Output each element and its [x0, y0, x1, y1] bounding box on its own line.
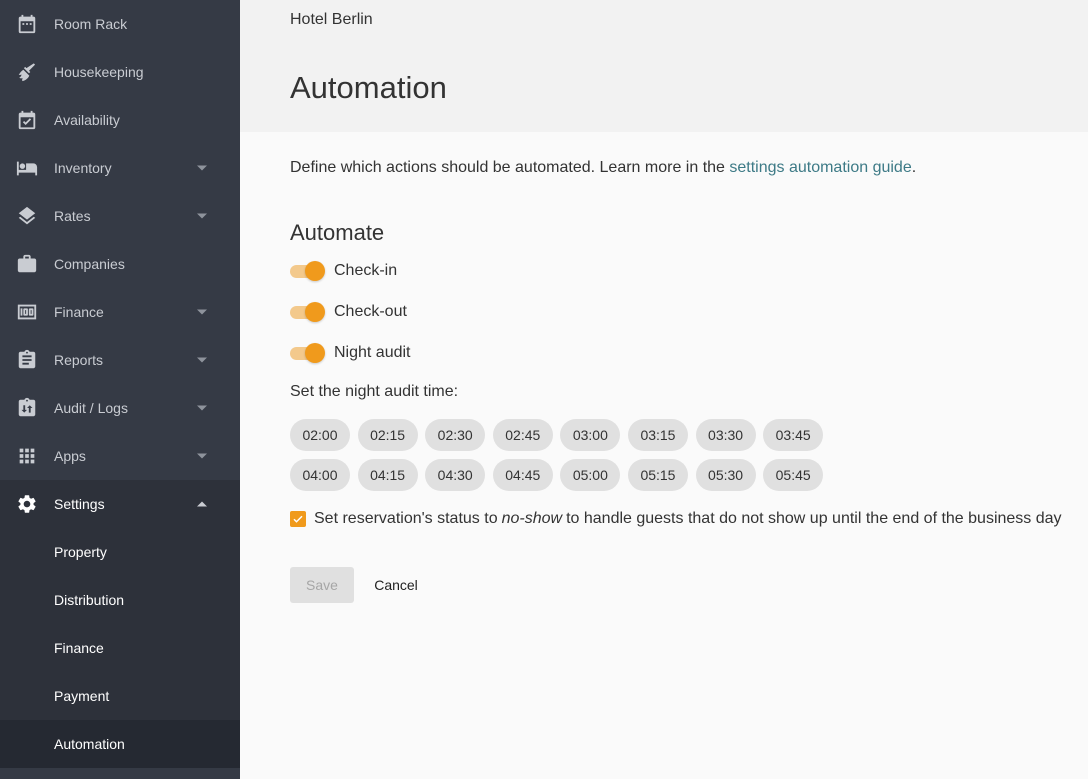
- time-chip[interactable]: 04:30: [425, 459, 486, 491]
- chevron-down-icon: [197, 357, 207, 363]
- time-chip[interactable]: 04:15: [357, 459, 418, 491]
- sidebar-item-label: Room Rack: [54, 16, 128, 32]
- sidebar: Room Rack Housekeeping Availability Inve…: [0, 0, 240, 779]
- sidebar-subitem-automation[interactable]: Automation: [0, 720, 240, 768]
- night-audit-toggle-row: Night audit: [290, 342, 411, 364]
- chevron-down-icon: [197, 453, 207, 459]
- checkout-toggle-label: Check-out: [334, 303, 407, 320]
- time-chip[interactable]: 04:00: [290, 459, 350, 491]
- no-show-checkbox[interactable]: [290, 511, 306, 527]
- sidebar-item-reports[interactable]: Reports: [0, 336, 240, 384]
- sidebar-item-label: Availability: [54, 112, 120, 128]
- sidebar-item-inventory[interactable]: Inventory: [0, 144, 240, 192]
- sidebar-item-rates[interactable]: Rates: [0, 192, 240, 240]
- time-chip[interactable]: 02:15: [357, 419, 418, 451]
- sidebar-item-housekeeping[interactable]: Housekeeping: [0, 48, 240, 96]
- chevron-up-icon: [197, 501, 207, 507]
- sidebar-item-label: Apps: [54, 448, 86, 464]
- intro-text-suffix: .: [911, 159, 917, 176]
- time-chips-row-1: 02:00 02:15 02:30 02:45 03:00 03:15 03:3…: [290, 419, 831, 451]
- main-content: Hotel Berlin Automation Define which act…: [240, 0, 1088, 779]
- intro-text-body: Define which actions should be automated…: [290, 159, 730, 176]
- sidebar-item-audit-logs[interactable]: Audit / Logs: [0, 384, 240, 432]
- no-show-suffix: to handle guests that do not show up unt…: [566, 510, 1062, 527]
- sidebar-item-label: Housekeeping: [54, 64, 144, 80]
- sidebar-item-label: Reports: [54, 352, 104, 368]
- calendar-icon: [16, 13, 38, 35]
- page-header: Hotel Berlin Automation: [240, 0, 1088, 132]
- sidebar-subitem-property[interactable]: Property: [0, 528, 240, 576]
- time-chip[interactable]: 03:45: [763, 419, 824, 451]
- money-icon: [16, 301, 38, 323]
- sidebar-item-room-rack[interactable]: Room Rack: [0, 0, 240, 48]
- sidebar-item-label: Rates: [54, 208, 91, 224]
- hotel-name: Hotel Berlin: [290, 11, 373, 28]
- checkin-toggle-label: Check-in: [334, 262, 398, 279]
- layers-icon: [16, 205, 38, 227]
- calendar-check-icon: [16, 109, 38, 131]
- checkout-toggle-row: Check-out: [290, 301, 407, 323]
- time-chip[interactable]: 02:45: [492, 419, 553, 451]
- chevron-down-icon: [197, 165, 207, 171]
- checkin-toggle-row: Check-in: [290, 260, 397, 282]
- checkout-toggle[interactable]: [290, 301, 326, 323]
- night-audit-toggle[interactable]: [290, 342, 326, 364]
- checkin-toggle[interactable]: [290, 260, 326, 282]
- sidebar-item-label: Finance: [54, 304, 104, 320]
- time-chip[interactable]: 03:15: [627, 419, 688, 451]
- time-chip[interactable]: 05:45: [763, 459, 824, 491]
- save-button[interactable]: Save: [290, 567, 354, 603]
- sidebar-subitem-distribution[interactable]: Distribution: [0, 576, 240, 624]
- checkmark-icon: [293, 515, 303, 523]
- sidebar-subitem-finance[interactable]: Finance: [0, 624, 240, 672]
- apps-grid-icon: [16, 445, 38, 467]
- time-chip[interactable]: 04:45: [492, 459, 553, 491]
- sidebar-item-companies[interactable]: Companies: [0, 240, 240, 288]
- briefcase-icon: [16, 253, 38, 275]
- sidebar-item-apps[interactable]: Apps: [0, 432, 240, 480]
- sidebar-subitem-payment[interactable]: Payment: [0, 672, 240, 720]
- sidebar-item-settings[interactable]: Settings: [0, 480, 240, 528]
- night-audit-time-label: Set the night audit time:: [290, 383, 459, 400]
- time-chip[interactable]: 05:15: [627, 459, 688, 491]
- chevron-down-icon: [197, 405, 207, 411]
- no-show-prefix: Set reservation's status to: [314, 510, 498, 527]
- sidebar-item-availability[interactable]: Availability: [0, 96, 240, 144]
- clipboard-icon: [16, 349, 38, 371]
- chevron-down-icon: [197, 309, 207, 315]
- time-chip[interactable]: 05:00: [560, 459, 621, 491]
- sidebar-item-label: Inventory: [54, 160, 112, 176]
- time-chip[interactable]: 05:30: [695, 459, 756, 491]
- gear-icon: [16, 493, 38, 515]
- time-chip[interactable]: 03:30: [695, 419, 756, 451]
- time-chips-row-2: 04:00 04:15 04:30 04:45 05:00 05:15 05:3…: [290, 459, 831, 491]
- chevron-down-icon: [197, 213, 207, 219]
- sidebar-item-finance[interactable]: Finance: [0, 288, 240, 336]
- no-show-emphasis: no-show: [501, 510, 563, 527]
- page-title: Automation: [290, 70, 447, 105]
- time-chip[interactable]: 02:00: [290, 419, 350, 451]
- sidebar-item-label: Companies: [54, 256, 125, 272]
- audit-icon: [16, 397, 38, 419]
- time-chip[interactable]: 03:00: [560, 419, 621, 451]
- automation-guide-link[interactable]: settings automation guide: [729, 159, 911, 176]
- intro-text: Define which actions should be automated…: [290, 159, 916, 177]
- sidebar-item-label: Audit / Logs: [54, 400, 128, 416]
- no-show-checkbox-row: Set reservation's status to no-show to han…: [290, 510, 1062, 528]
- broom-icon: [16, 61, 38, 83]
- bed-icon: [16, 157, 38, 179]
- cancel-button[interactable]: Cancel: [364, 567, 428, 603]
- automate-section-title: Automate: [290, 220, 385, 245]
- night-audit-toggle-label: Night audit: [334, 344, 411, 361]
- sidebar-item-label: Settings: [54, 496, 105, 512]
- time-chip[interactable]: 02:30: [425, 419, 486, 451]
